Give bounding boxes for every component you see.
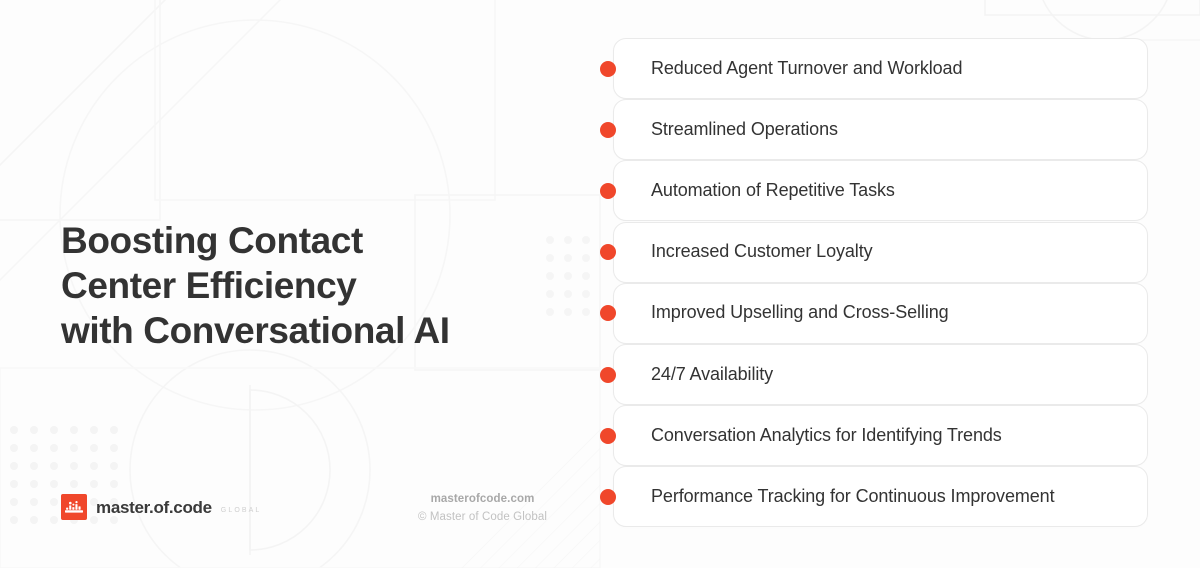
page-title: Boosting Contact Center Efficiency with … bbox=[61, 220, 450, 351]
brand-name: master.of.code bbox=[96, 497, 212, 517]
benefit-card: 24/7 Availability bbox=[613, 343, 1148, 405]
list-item: Improved Upselling and Cross-Selling bbox=[600, 282, 1148, 344]
infographic-canvas: Boosting Contact Center Efficiency with … bbox=[0, 0, 1200, 568]
benefit-card: Conversation Analytics for Identifying T… bbox=[613, 405, 1148, 467]
decor-circle-topright bbox=[1042, 0, 1168, 41]
brand-logo: master.of.code global bbox=[61, 494, 261, 520]
bullet-dot-icon bbox=[600, 427, 616, 444]
benefit-label: Automation of Repetitive Tasks bbox=[651, 180, 895, 201]
benefit-card: Streamlined Operations bbox=[613, 99, 1148, 161]
credit-copyright: © Master of Code Global bbox=[417, 510, 548, 523]
benefit-label: Reduced Agent Turnover and Workload bbox=[651, 57, 963, 78]
list-item: Conversation Analytics for Identifying T… bbox=[600, 405, 1148, 467]
credit-website: masterofcode.com bbox=[430, 493, 535, 505]
list-item: Streamlined Operations bbox=[600, 99, 1148, 161]
bullet-dot-icon bbox=[600, 60, 616, 77]
bullet-dot-icon bbox=[600, 244, 616, 261]
benefit-label: Performance Tracking for Continuous Impr… bbox=[651, 486, 1055, 507]
benefit-card: Reduced Agent Turnover and Workload bbox=[613, 38, 1148, 99]
benefit-card: Automation of Repetitive Tasks bbox=[613, 160, 1148, 222]
benefit-card: Increased Customer Loyalty bbox=[613, 221, 1148, 283]
benefits-list: Reduced Agent Turnover and Workload Stre… bbox=[600, 38, 1148, 528]
benefit-card: Improved Upselling and Cross-Selling bbox=[613, 282, 1148, 344]
list-item: 24/7 Availability bbox=[600, 343, 1148, 405]
left-panel: Boosting Contact Center Efficiency with … bbox=[0, 0, 590, 568]
list-item: Reduced Agent Turnover and Workload bbox=[600, 38, 1148, 99]
benefit-label: Improved Upselling and Cross-Selling bbox=[651, 302, 949, 323]
benefit-label: 24/7 Availability bbox=[651, 363, 774, 384]
bullet-dot-icon bbox=[600, 366, 616, 383]
brand-suffix: global bbox=[220, 506, 262, 514]
list-item: Automation of Repetitive Tasks bbox=[600, 160, 1148, 222]
list-item: Increased Customer Loyalty bbox=[600, 221, 1148, 283]
logo-mark-icon bbox=[61, 494, 87, 520]
bullet-dot-icon bbox=[600, 121, 616, 138]
benefit-card: Performance Tracking for Continuous Impr… bbox=[613, 466, 1148, 528]
bullet-dot-icon bbox=[600, 305, 616, 322]
bullet-dot-icon bbox=[600, 488, 616, 505]
footer-credit: masterofcode.com © Master of Code Global bbox=[375, 491, 590, 527]
benefit-label: Increased Customer Loyalty bbox=[651, 241, 873, 262]
benefit-label: Streamlined Operations bbox=[651, 118, 838, 139]
benefit-label: Conversation Analytics for Identifying T… bbox=[651, 424, 1002, 445]
list-item: Performance Tracking for Continuous Impr… bbox=[600, 466, 1148, 528]
decor-rect-topright bbox=[984, 0, 1200, 16]
bullet-dot-icon bbox=[600, 182, 616, 199]
